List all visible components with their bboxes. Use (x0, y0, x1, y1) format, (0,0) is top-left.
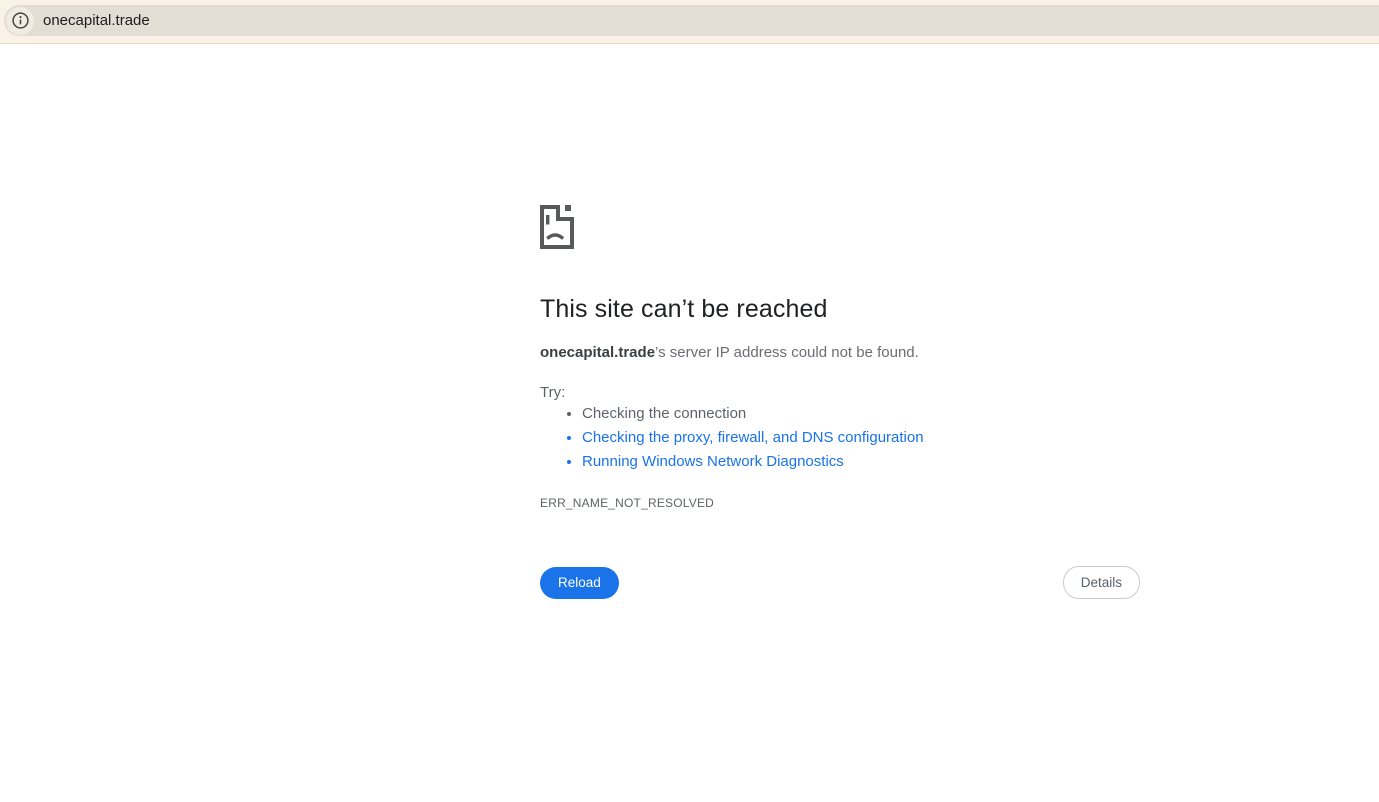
error-message-suffix: ’s server IP address could not be found. (655, 344, 919, 361)
try-label: Try: (540, 384, 566, 401)
url-text: onecapital.trade (43, 12, 150, 29)
suggestion-item: Running Windows Network Diagnostics (582, 450, 924, 474)
reload-button[interactable]: Reload (540, 566, 619, 599)
error-title: This site can’t be reached (540, 295, 828, 323)
sad-file-icon (540, 205, 574, 254)
info-icon (11, 11, 30, 30)
button-row: Reload Details (540, 566, 1140, 599)
site-info-button[interactable] (6, 6, 34, 35)
error-code: ERR_NAME_NOT_RESOLVED (540, 496, 715, 510)
suggestion-item: Checking the connection (582, 402, 924, 426)
address-bar[interactable]: onecapital.trade (4, 5, 1379, 36)
browser-toolbar: onecapital.trade (0, 0, 1379, 44)
error-page: This site can’t be reached onecapital.tr… (540, 45, 1140, 802)
suggestion-list: Checking the connection Checking the pro… (540, 402, 924, 474)
details-button[interactable]: Details (1062, 566, 1140, 599)
suggestion-item: Checking the proxy, firewall, and DNS co… (582, 426, 924, 450)
proxy-firewall-dns-link[interactable]: Checking the proxy, firewall, and DNS co… (582, 429, 924, 446)
suggestion-text: Checking the connection (582, 405, 747, 422)
network-diagnostics-link[interactable]: Running Windows Network Diagnostics (582, 453, 844, 470)
error-message: onecapital.trade’s server IP address cou… (540, 344, 919, 361)
error-domain: onecapital.trade (540, 344, 656, 361)
